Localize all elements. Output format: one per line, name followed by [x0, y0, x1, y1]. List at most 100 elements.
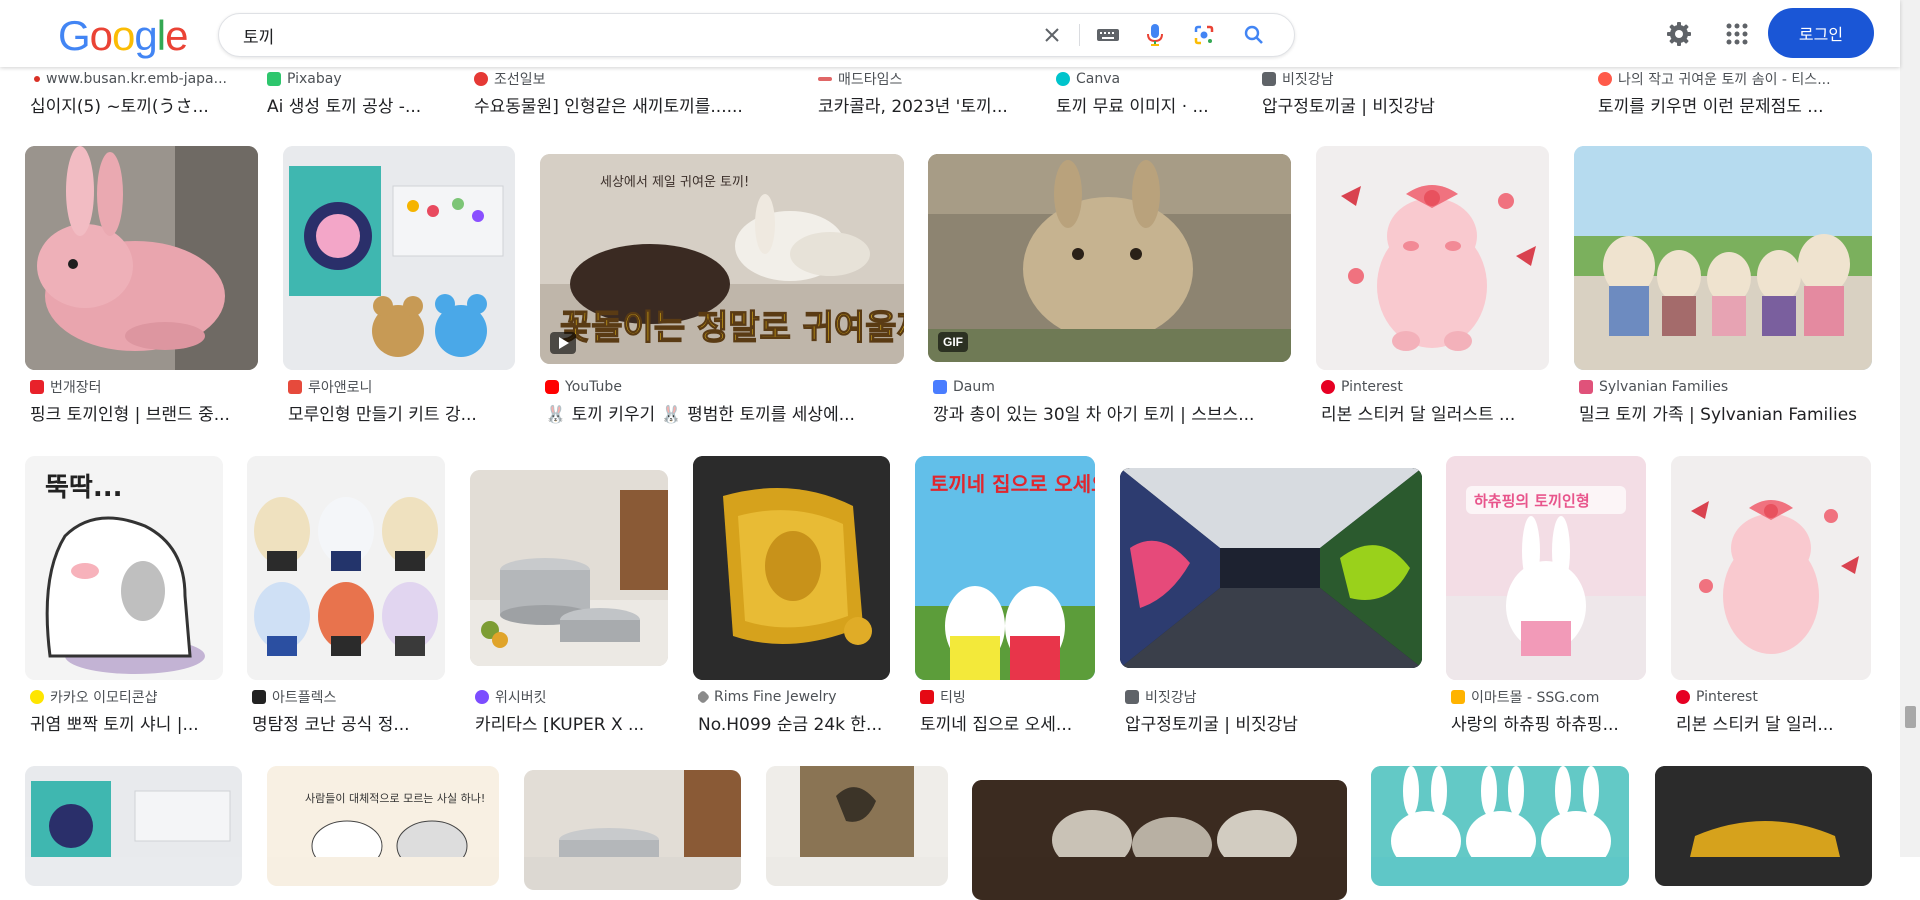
result-title[interactable]: 수요동물원] 인형같은 새끼토끼를......	[474, 92, 779, 116]
result-thumbnail[interactable]: 하츄핑의 토끼인형	[1446, 456, 1646, 680]
result-item[interactable]: Pinterest 리본 스티커 달 일러...	[1671, 456, 1871, 736]
result-item[interactable]: 번개장터 핑크 토끼인형 | 브랜드 중...	[25, 146, 258, 426]
favicon-icon	[475, 690, 489, 704]
favicon-icon	[252, 690, 266, 704]
result-thumbnail[interactable]	[1671, 456, 1871, 680]
search-input[interactable]	[243, 24, 1023, 46]
result-title[interactable]: 압구정토끼굴 | 비짓강남	[1125, 710, 1422, 734]
result-source: 매드타임스	[818, 70, 1023, 88]
result-title[interactable]: No.H099 순금 24k 한...	[698, 710, 890, 734]
result-thumbnail[interactable]: 뚝딱...	[25, 456, 223, 680]
result-thumbnail[interactable]	[1316, 146, 1549, 370]
result-title[interactable]: 카리타스 [KUPER X ...	[475, 710, 668, 734]
result-item[interactable]: 아트플렉스 명탐정 코난 공식 정...	[247, 456, 445, 736]
result-title[interactable]: 토끼를 키우면 이런 문제점도 ...	[1598, 92, 1870, 116]
result-title[interactable]: 코카콜라, 2023년 '토끼...	[818, 92, 1023, 116]
result-item[interactable]: 루아앤로니 모루인형 만들기 키트 강...	[283, 146, 515, 426]
result-thumbnail[interactable]	[1120, 468, 1422, 668]
result-item[interactable]: 비짓강남 압구정토끼굴 | 비짓강남	[1262, 70, 1502, 120]
result-thumbnail[interactable]	[283, 146, 515, 370]
result-thumbnail[interactable]: 꽃돌이는 정말로 귀여울까? 세상에서 제일 귀여운 토끼!	[540, 154, 904, 364]
keyboard-icon[interactable]	[1095, 22, 1121, 48]
result-title[interactable]: 토끼 무료 이미지 · ...	[1056, 92, 1232, 116]
result-thumbnail[interactable]: 사람들이 대체적으로 모르는 사실 하나!	[267, 766, 499, 886]
result-thumbnail[interactable]: GIF	[928, 154, 1291, 362]
result-title[interactable]: 귀염 뽀짝 토끼 샤니 |...	[30, 710, 223, 734]
result-thumbnail[interactable]	[693, 456, 890, 680]
result-item[interactable]: 매드타임스 코카콜라, 2023년 '토끼...	[818, 70, 1023, 120]
result-thumbnail[interactable]	[25, 146, 258, 370]
result-source: Pixabay	[267, 70, 447, 88]
result-thumbnail[interactable]: 토끼네 집으로 오세요4	[915, 456, 1095, 680]
result-source: YouTube	[545, 378, 904, 396]
favicon-icon	[1598, 72, 1612, 86]
result-thumbnail[interactable]	[1574, 146, 1872, 370]
result-item[interactable]: Canva 토끼 무료 이미지 · ...	[1056, 70, 1232, 120]
result-thumbnail[interactable]	[1655, 766, 1872, 886]
tving-poster-text: 토끼네 집으로 오세요4	[930, 472, 1095, 496]
lens-icon[interactable]	[1191, 22, 1217, 48]
result-title[interactable]: 핑크 토끼인형 | 브랜드 중...	[30, 400, 258, 424]
youtube-overlay-text: 꽃돌이는 정말로 귀여울까?	[560, 308, 904, 348]
result-source: 이마트몰 - SSG.com	[1451, 688, 1646, 706]
gear-icon[interactable]	[1661, 16, 1697, 52]
vertical-scrollbar[interactable]	[1900, 0, 1920, 857]
result-thumbnail[interactable]	[1371, 766, 1629, 886]
result-item[interactable]: 조선일보 수요동물원] 인형같은 새끼토끼를......	[474, 70, 779, 120]
result-item[interactable]: Pixabay Ai 생성 토끼 공상 -...	[267, 70, 447, 120]
result-source: 아트플렉스	[252, 688, 445, 706]
result-item[interactable]: 토끼네 집으로 오세요4 티빙 토끼네 집으로 오세...	[915, 456, 1095, 736]
result-source: Rims Fine Jewelry	[698, 688, 890, 706]
result-source: 나의 작고 귀여운 토끼 솜이 - 티스...	[1598, 70, 1870, 88]
result-item[interactable]: GIF Daum 깡과 총이 있는 30일 차 아기 토끼 | 스브스...	[928, 146, 1291, 426]
result-title[interactable]: Ai 생성 토끼 공상 -...	[267, 92, 447, 116]
favicon-icon	[818, 77, 832, 81]
result-title[interactable]: 명탐정 코난 공식 정...	[252, 710, 445, 734]
favicon-icon	[267, 72, 281, 86]
result-item[interactable]: Rims Fine Jewelry No.H099 순금 24k 한...	[693, 456, 890, 736]
result-title[interactable]: 토끼네 집으로 오세...	[920, 710, 1095, 734]
result-title[interactable]: 리본 스티커 달 일러스트 ...	[1321, 400, 1549, 424]
result-item[interactable]: 뚝딱... 카카오 이모티콘샵 귀염 뽀짝 토끼 샤니 |...	[25, 456, 223, 736]
result-item[interactable]: www.busan.kr.emb-japa... 십이지(5) ~토끼(うさ..…	[30, 70, 230, 120]
result-item[interactable]: 나의 작고 귀여운 토끼 솜이 - 티스... 토끼를 키우면 이런 문제점도 …	[1598, 70, 1870, 120]
result-item[interactable]: 하츄핑의 토끼인형 이마트몰 - SSG.com 사랑의 하츄핑 하츄핑...	[1446, 456, 1646, 736]
result-title[interactable]: 사랑의 하츄핑 하츄핑...	[1451, 710, 1646, 734]
result-title[interactable]: 깡과 총이 있는 30일 차 아기 토끼 | 스브스...	[933, 400, 1291, 424]
result-thumbnail[interactable]	[25, 766, 242, 886]
close-icon[interactable]	[1039, 22, 1065, 48]
result-title[interactable]: 밀크 토끼 가족 | Sylvanian Families	[1579, 400, 1872, 424]
result-thumbnail[interactable]	[470, 470, 668, 666]
result-item[interactable]: 꽃돌이는 정말로 귀여울까? 세상에서 제일 귀여운 토끼! YouTube 🐰…	[540, 146, 904, 426]
gif-badge: GIF	[938, 332, 968, 352]
google-logo[interactable]: Google	[58, 14, 188, 58]
emoticon-text: 뚝딱...	[45, 473, 122, 503]
result-item[interactable]: Sylvanian Families 밀크 토끼 가족 | Sylvanian …	[1574, 146, 1872, 426]
result-source: Pinterest	[1321, 378, 1549, 396]
play-icon	[550, 332, 576, 354]
result-source: 번개장터	[30, 378, 258, 396]
apps-grid-icon[interactable]	[1719, 16, 1755, 52]
result-item[interactable]: 위시버킷 카리타스 [KUPER X ...	[470, 456, 668, 736]
result-title[interactable]: 🐰 토끼 키우기 🐰 평범한 토끼를 세상에...	[545, 400, 904, 424]
result-thumbnail[interactable]	[972, 780, 1347, 900]
result-item[interactable]: Pinterest 리본 스티커 달 일러스트 ...	[1316, 146, 1549, 426]
result-thumbnail[interactable]	[766, 766, 948, 886]
result-title[interactable]: 리본 스티커 달 일러...	[1676, 710, 1871, 734]
search-icon[interactable]	[1241, 22, 1267, 48]
result-thumbnail[interactable]	[247, 456, 445, 680]
favicon-icon	[1321, 380, 1335, 394]
login-button[interactable]: 로그인	[1768, 8, 1874, 58]
header-bar: Google 로그인	[0, 0, 1900, 67]
scrollbar-thumb[interactable]	[1905, 706, 1916, 728]
result-title[interactable]: 십이지(5) ~토끼(うさ...	[30, 92, 230, 116]
result-title[interactable]: 압구정토끼굴 | 비짓강남	[1262, 92, 1502, 116]
result-thumbnail[interactable]	[524, 770, 741, 890]
favicon-icon	[30, 380, 44, 394]
result-source: Daum	[933, 378, 1291, 396]
search-box[interactable]	[218, 13, 1295, 57]
favicon-icon	[1676, 690, 1690, 704]
microphone-icon[interactable]	[1142, 22, 1168, 48]
result-item[interactable]: 비짓강남 압구정토끼굴 | 비짓강남	[1120, 456, 1422, 736]
result-title[interactable]: 모루인형 만들기 키트 강...	[288, 400, 515, 424]
